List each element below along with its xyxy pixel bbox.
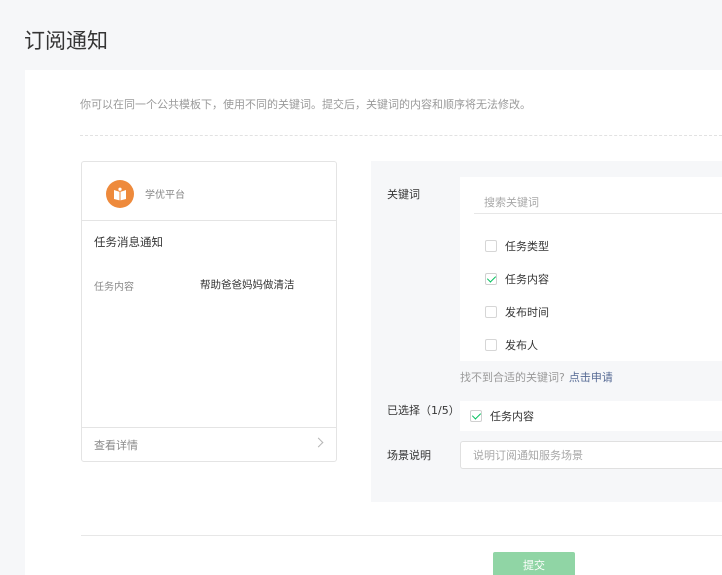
platform-logo-icon: [106, 180, 134, 208]
keyword-picker: 任务类型 任务内容 发布时间 发布人: [460, 177, 722, 361]
checkbox-checked[interactable]: [485, 273, 497, 285]
apply-keyword-link[interactable]: 点击申请: [569, 371, 613, 384]
selected-keyword-label: 任务内容: [490, 410, 534, 423]
message-title: 任务消息通知: [94, 235, 163, 249]
page-title: 订阅通知: [24, 29, 108, 53]
scene-description-input[interactable]: [460, 441, 722, 469]
divider: [80, 135, 722, 136]
message-preview-card: 学优平台 任务消息通知 任务内容 帮助爸爸妈妈做清洁 查看详情: [81, 161, 337, 462]
divider: [81, 535, 722, 536]
keyword-option[interactable]: 发布人: [485, 337, 538, 353]
checkbox[interactable]: [485, 306, 497, 318]
checkbox[interactable]: [485, 240, 497, 252]
checkbox-checked[interactable]: [470, 410, 482, 422]
scene-label: 场景说明: [387, 449, 431, 462]
keyword-option[interactable]: 任务内容: [485, 271, 549, 287]
chevron-right-icon: [313, 437, 324, 448]
keyword-option-label: 任务内容: [505, 273, 549, 286]
field-label: 任务内容: [94, 282, 134, 293]
tip-text: 你可以在同一个公共模板下，使用不同的关键词。提交后，关键词的内容和顺序将无法修改…: [80, 98, 531, 111]
field-value: 帮助爸爸妈妈做清洁: [200, 279, 295, 291]
keywords-label: 关键词: [387, 188, 420, 201]
selected-label: 已选择（1/5）: [387, 404, 460, 417]
keyword-search-input[interactable]: [474, 186, 722, 214]
keyword-option-label: 任务类型: [505, 240, 549, 253]
main-card: 你可以在同一个公共模板下，使用不同的关键词。提交后，关键词的内容和顺序将无法修改…: [25, 70, 722, 575]
keyword-option-label: 发布时间: [505, 306, 549, 319]
keyword-option-label: 发布人: [505, 339, 538, 352]
platform-name: 学优平台: [145, 190, 185, 201]
keyword-option[interactable]: 发布时间: [485, 304, 549, 320]
keyword-option[interactable]: 任务类型: [485, 238, 549, 254]
keyword-hint: 找不到合适的关键词? 点击申请: [460, 369, 613, 385]
keyword-form-panel: 关键词 任务类型 任务内容 发布时间 发布人 找不到合适的关键词? 点击申请: [371, 161, 722, 502]
view-details-link[interactable]: 查看详情: [94, 437, 138, 453]
submit-button[interactable]: 提交: [493, 552, 575, 575]
checkbox[interactable]: [485, 339, 497, 351]
preview-header: 学优平台: [82, 162, 336, 221]
view-details-row[interactable]: 查看详情: [82, 427, 336, 461]
hint-text: 找不到合适的关键词?: [460, 371, 565, 384]
selected-keywords: 任务内容: [460, 401, 722, 431]
